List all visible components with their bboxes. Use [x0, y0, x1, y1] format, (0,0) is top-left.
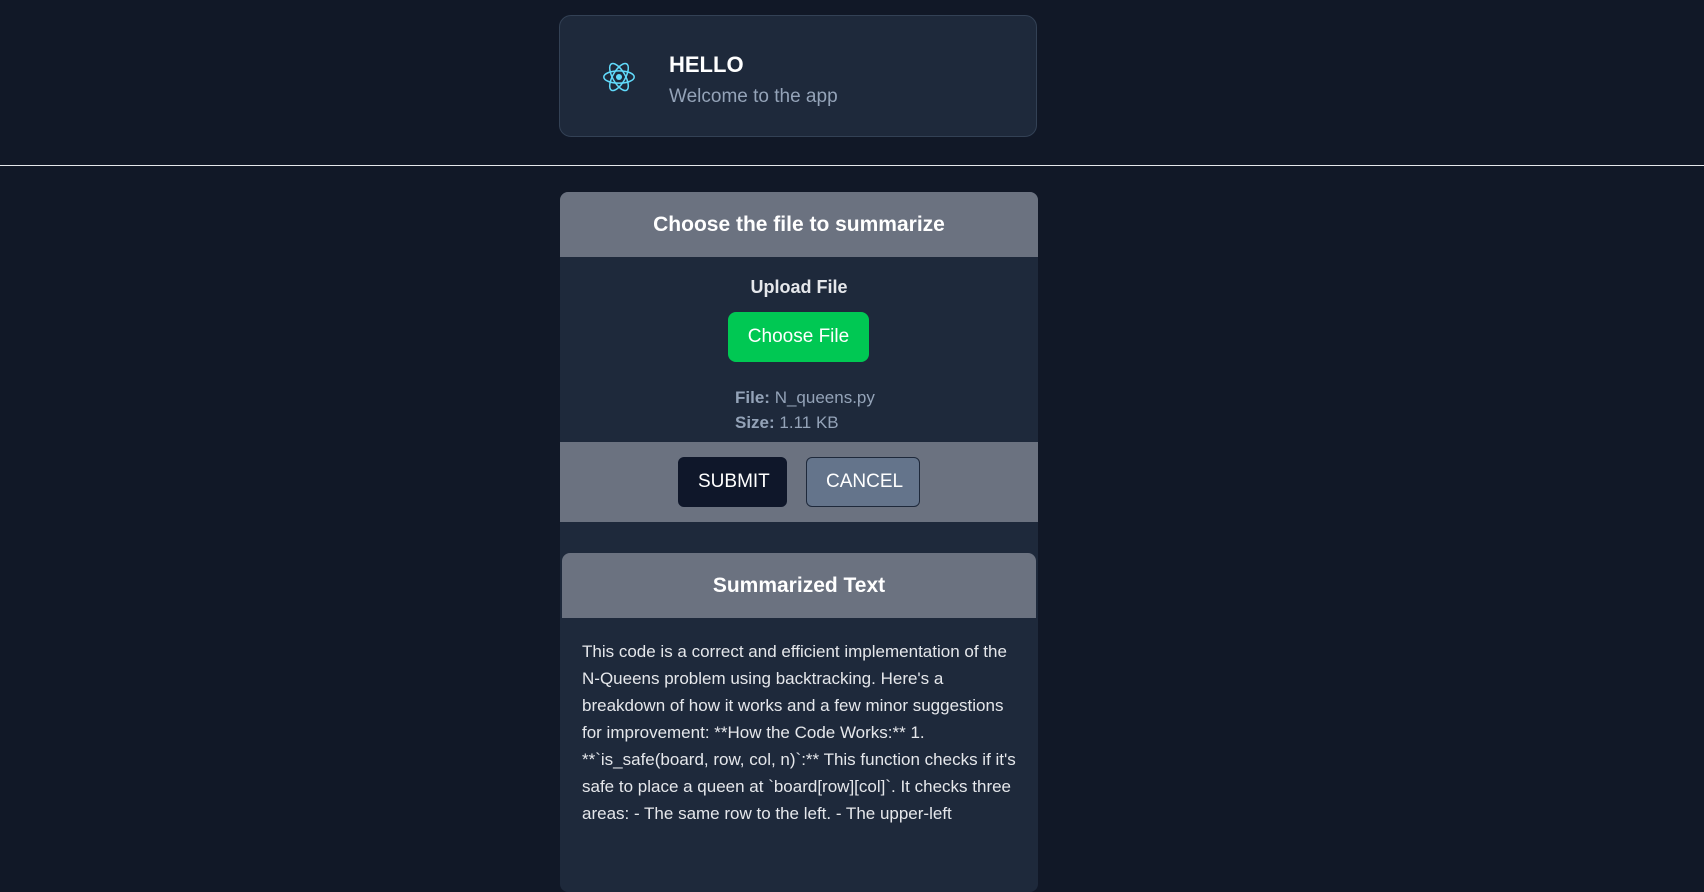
summary-card: Summarized Text This code is a correct a…: [562, 553, 1036, 847]
upload-card: Choose the file to summarize Upload File…: [560, 192, 1038, 892]
upload-label: Upload File: [750, 277, 848, 297]
submit-button[interactable]: SUBMIT: [678, 457, 787, 507]
file-label: File:: [735, 388, 770, 407]
upload-actions: SUBMIT CANCEL: [560, 442, 1038, 522]
file-name: N_queens.py: [774, 388, 875, 407]
divider: [0, 165, 1704, 166]
hello-card: HELLO Welcome to the app: [559, 15, 1037, 137]
upload-body: Upload File Choose File File: N_queens.p…: [560, 257, 1038, 442]
choose-file-button[interactable]: Choose File: [728, 312, 869, 362]
react-atom-icon: [603, 62, 635, 92]
app-title: HELLO: [669, 52, 744, 77]
file-size: 1.11 KB: [779, 413, 839, 432]
size-label: Size:: [735, 413, 775, 432]
cancel-button[interactable]: CANCEL: [806, 457, 920, 507]
app-subtitle: Welcome to the app: [669, 86, 838, 107]
file-info: File: N_queens.py Size: 1.11 KB: [735, 385, 875, 435]
summary-text: This code is a correct and efficient imp…: [582, 642, 1016, 823]
upload-card-title: Choose the file to summarize: [560, 192, 1038, 257]
summary-title: Summarized Text: [562, 553, 1036, 618]
